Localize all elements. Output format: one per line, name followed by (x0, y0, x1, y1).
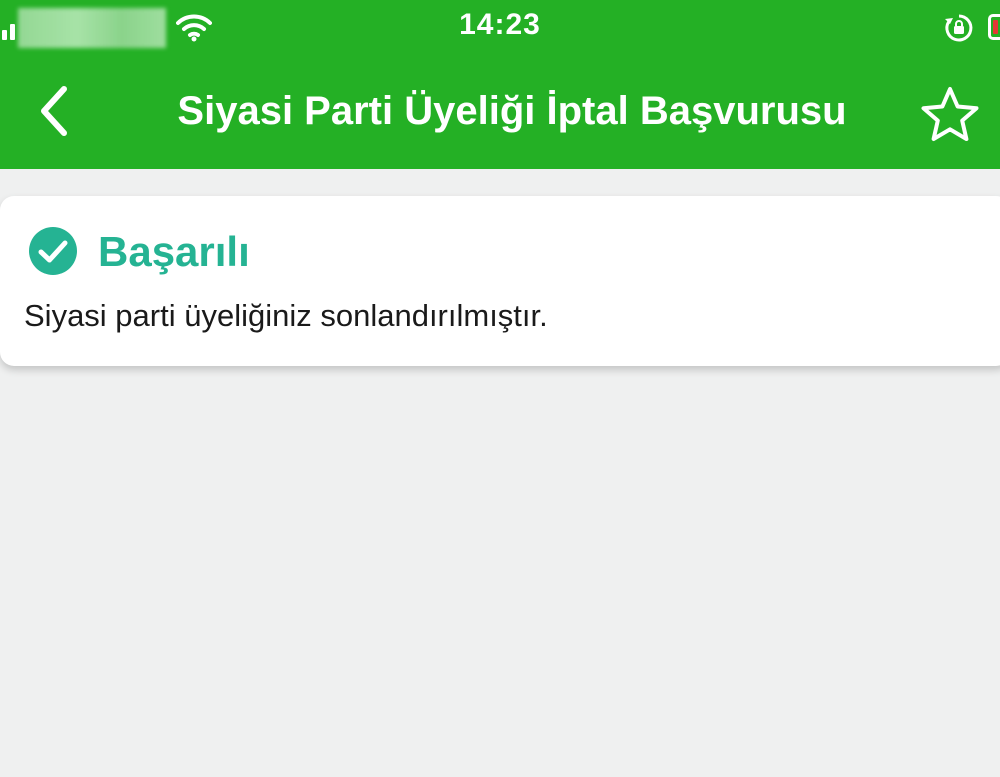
status-bar: 14:23 (0, 0, 1000, 56)
page-title: Siyasi Parti Üyeliği İptal Başvurusu (177, 89, 847, 133)
result-card: Başarılı Siyasi parti üyeliğiniz sonland… (0, 196, 1000, 366)
check-circle-icon (29, 227, 77, 275)
result-message: Siyasi parti üyeliğiniz sonlandırılmıştı… (24, 298, 548, 333)
navigation-bar: Siyasi Parti Üyeliği İptal Başvurusu (0, 56, 1000, 169)
battery-level (993, 20, 998, 34)
status-time: 14:23 (459, 8, 541, 41)
app-screen: 14:23 Siyasi Parti Üyeliği İptal Başvuru… (0, 0, 1000, 777)
chevron-left-icon (41, 86, 67, 136)
star-outline-icon (921, 87, 979, 141)
app-header: 14:23 Siyasi Parti Üyeliği İptal Başvuru… (0, 0, 1000, 169)
back-button[interactable] (26, 80, 82, 142)
result-title: Başarılı (98, 228, 250, 275)
rotation-lock-icon (944, 13, 974, 43)
favorite-button[interactable] (918, 82, 982, 146)
battery-icon (988, 14, 1000, 40)
